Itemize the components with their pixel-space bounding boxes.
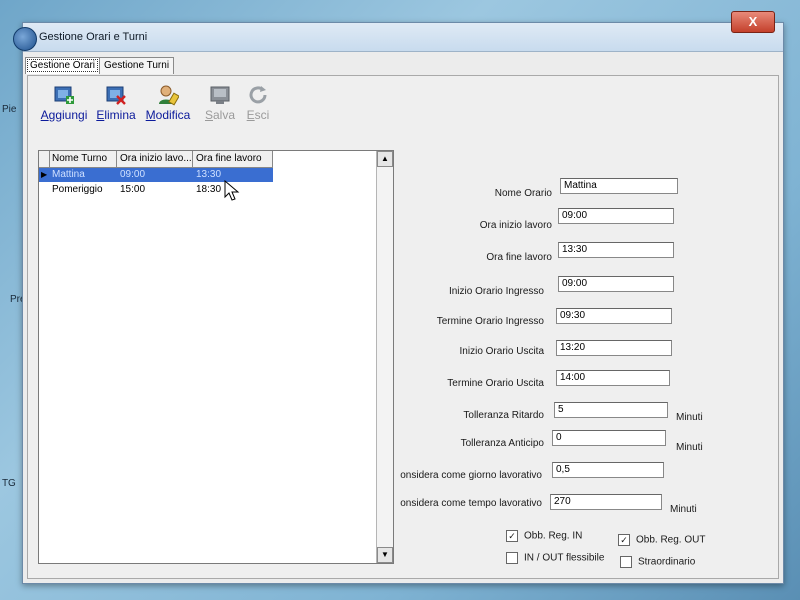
edit-button-label: Modifica [145, 108, 191, 122]
in-out-flessibile-checkbox[interactable]: IN / OUT flessibile [506, 552, 604, 564]
add-button-label: Aggiungi [40, 108, 88, 122]
tolleranza-anticipo-field[interactable] [552, 430, 666, 446]
shifts-grid[interactable]: Nome Turno Ora inizio lavo... Ora fine l… [38, 150, 394, 564]
inizio-orario-uscita-field[interactable] [556, 340, 672, 356]
label-inizio-orario-uscita: Inizio Orario Uscita [459, 346, 544, 357]
edit-button[interactable]: Modifica [140, 82, 196, 130]
unit-tempo: Minuti [670, 504, 697, 515]
exit-button[interactable]: Esci [230, 82, 286, 130]
unit-ritardo: Minuti [676, 412, 703, 423]
obb-reg-in-checkbox[interactable]: ✓ Obb. Reg. IN [506, 530, 582, 542]
table-cell: 15:00 [120, 184, 146, 195]
tab-gestione-orari[interactable]: Gestione Orari [25, 57, 101, 74]
label-ora-fine-lavoro: Ora fine lavoro [486, 252, 552, 263]
label-inizio-orario-ingresso: Inizio Orario Ingresso [448, 286, 544, 297]
save-icon [209, 84, 231, 106]
ora-fine-lavoro-field[interactable] [558, 242, 674, 258]
termine-orario-ingresso-field[interactable] [556, 308, 672, 324]
delete-icon [105, 84, 127, 106]
table-cell: Mattina [52, 169, 85, 180]
label-tolleranza-anticipo: Tolleranza Anticipo [460, 438, 544, 449]
checkmark-icon: ✓ [506, 530, 518, 542]
exit-button-label: Esci [246, 108, 270, 122]
window-title: Gestione Orari e Turni [39, 31, 148, 43]
label-giorno-lavorativo: onsidera come giorno lavorativo [400, 470, 542, 481]
app-icon [13, 27, 37, 51]
column-header-ora-inizio[interactable]: Ora inizio lavo... [117, 151, 193, 167]
straordinario-label: Straordinario [638, 556, 696, 568]
label-tolleranza-ritardo: Tolleranza Ritardo [463, 410, 544, 421]
inizio-orario-ingresso-field[interactable] [558, 276, 674, 292]
mouse-cursor-icon [224, 180, 240, 201]
termine-orario-uscita-field[interactable] [556, 370, 670, 386]
delete-button[interactable]: Elimina [88, 82, 144, 130]
add-button[interactable]: Aggiungi [36, 82, 92, 130]
close-button[interactable]: X [731, 11, 775, 33]
nome-orario-field[interactable] [560, 178, 678, 194]
obb-reg-out-label: Obb. Reg. OUT [636, 534, 706, 546]
unit-anticipo: Minuti [676, 442, 703, 453]
exit-icon [247, 84, 269, 106]
column-header-ora-fine[interactable]: Ora fine lavoro [193, 151, 273, 167]
label-termine-orario-ingresso: Termine Orario Ingresso [436, 316, 544, 327]
ora-inizio-lavoro-field[interactable] [558, 208, 674, 224]
label-termine-orario-uscita: Termine Orario Uscita [447, 378, 544, 389]
giorno-lavorativo-field[interactable] [552, 462, 664, 478]
label-ora-inizio-lavoro: Ora inizio lavoro [479, 220, 552, 231]
add-user-icon [53, 84, 75, 106]
obb-reg-in-label: Obb. Reg. IN [524, 530, 583, 542]
row-indicator-icon: ▶ [41, 170, 48, 179]
titlebar[interactable]: Gestione Orari e Turni X [13, 11, 783, 52]
desktop-label-1: Pie [2, 104, 17, 115]
tolleranza-ritardo-field[interactable] [554, 402, 668, 418]
desktop-label-4: G [8, 478, 16, 489]
tab-panel: Aggiungi Elimina Modifica Salva Esci Nom… [27, 75, 779, 579]
label-tempo-lavorativo: onsidera come tempo lavorativo [400, 498, 542, 509]
grid-header: Nome Turno Ora inizio lavo... Ora fine l… [39, 151, 273, 168]
scroll-down-icon[interactable]: ▼ [377, 547, 393, 563]
obb-reg-out-checkbox[interactable]: ✓ Obb. Reg. OUT [618, 534, 705, 546]
tempo-lavorativo-field[interactable] [550, 494, 662, 510]
app-window: Gestione Orari e Turni X Gestione Orari … [13, 11, 784, 584]
delete-button-label: Elimina [96, 108, 136, 122]
tab-gestione-turni[interactable]: Gestione Turni [99, 57, 175, 74]
scroll-up-icon[interactable]: ▲ [377, 151, 393, 167]
in-out-flessibile-label: IN / OUT flessibile [524, 552, 605, 564]
table-cell: Pomeriggio [52, 184, 103, 195]
straordinario-checkbox[interactable]: Straordinario [620, 556, 695, 568]
table-cell: 09:00 [120, 169, 146, 180]
edit-user-icon [157, 84, 180, 106]
label-nome-orario: Nome Orario [494, 188, 552, 199]
checkmark-icon: ✓ [618, 534, 630, 546]
column-header-nome-turno[interactable]: Nome Turno [49, 151, 117, 167]
